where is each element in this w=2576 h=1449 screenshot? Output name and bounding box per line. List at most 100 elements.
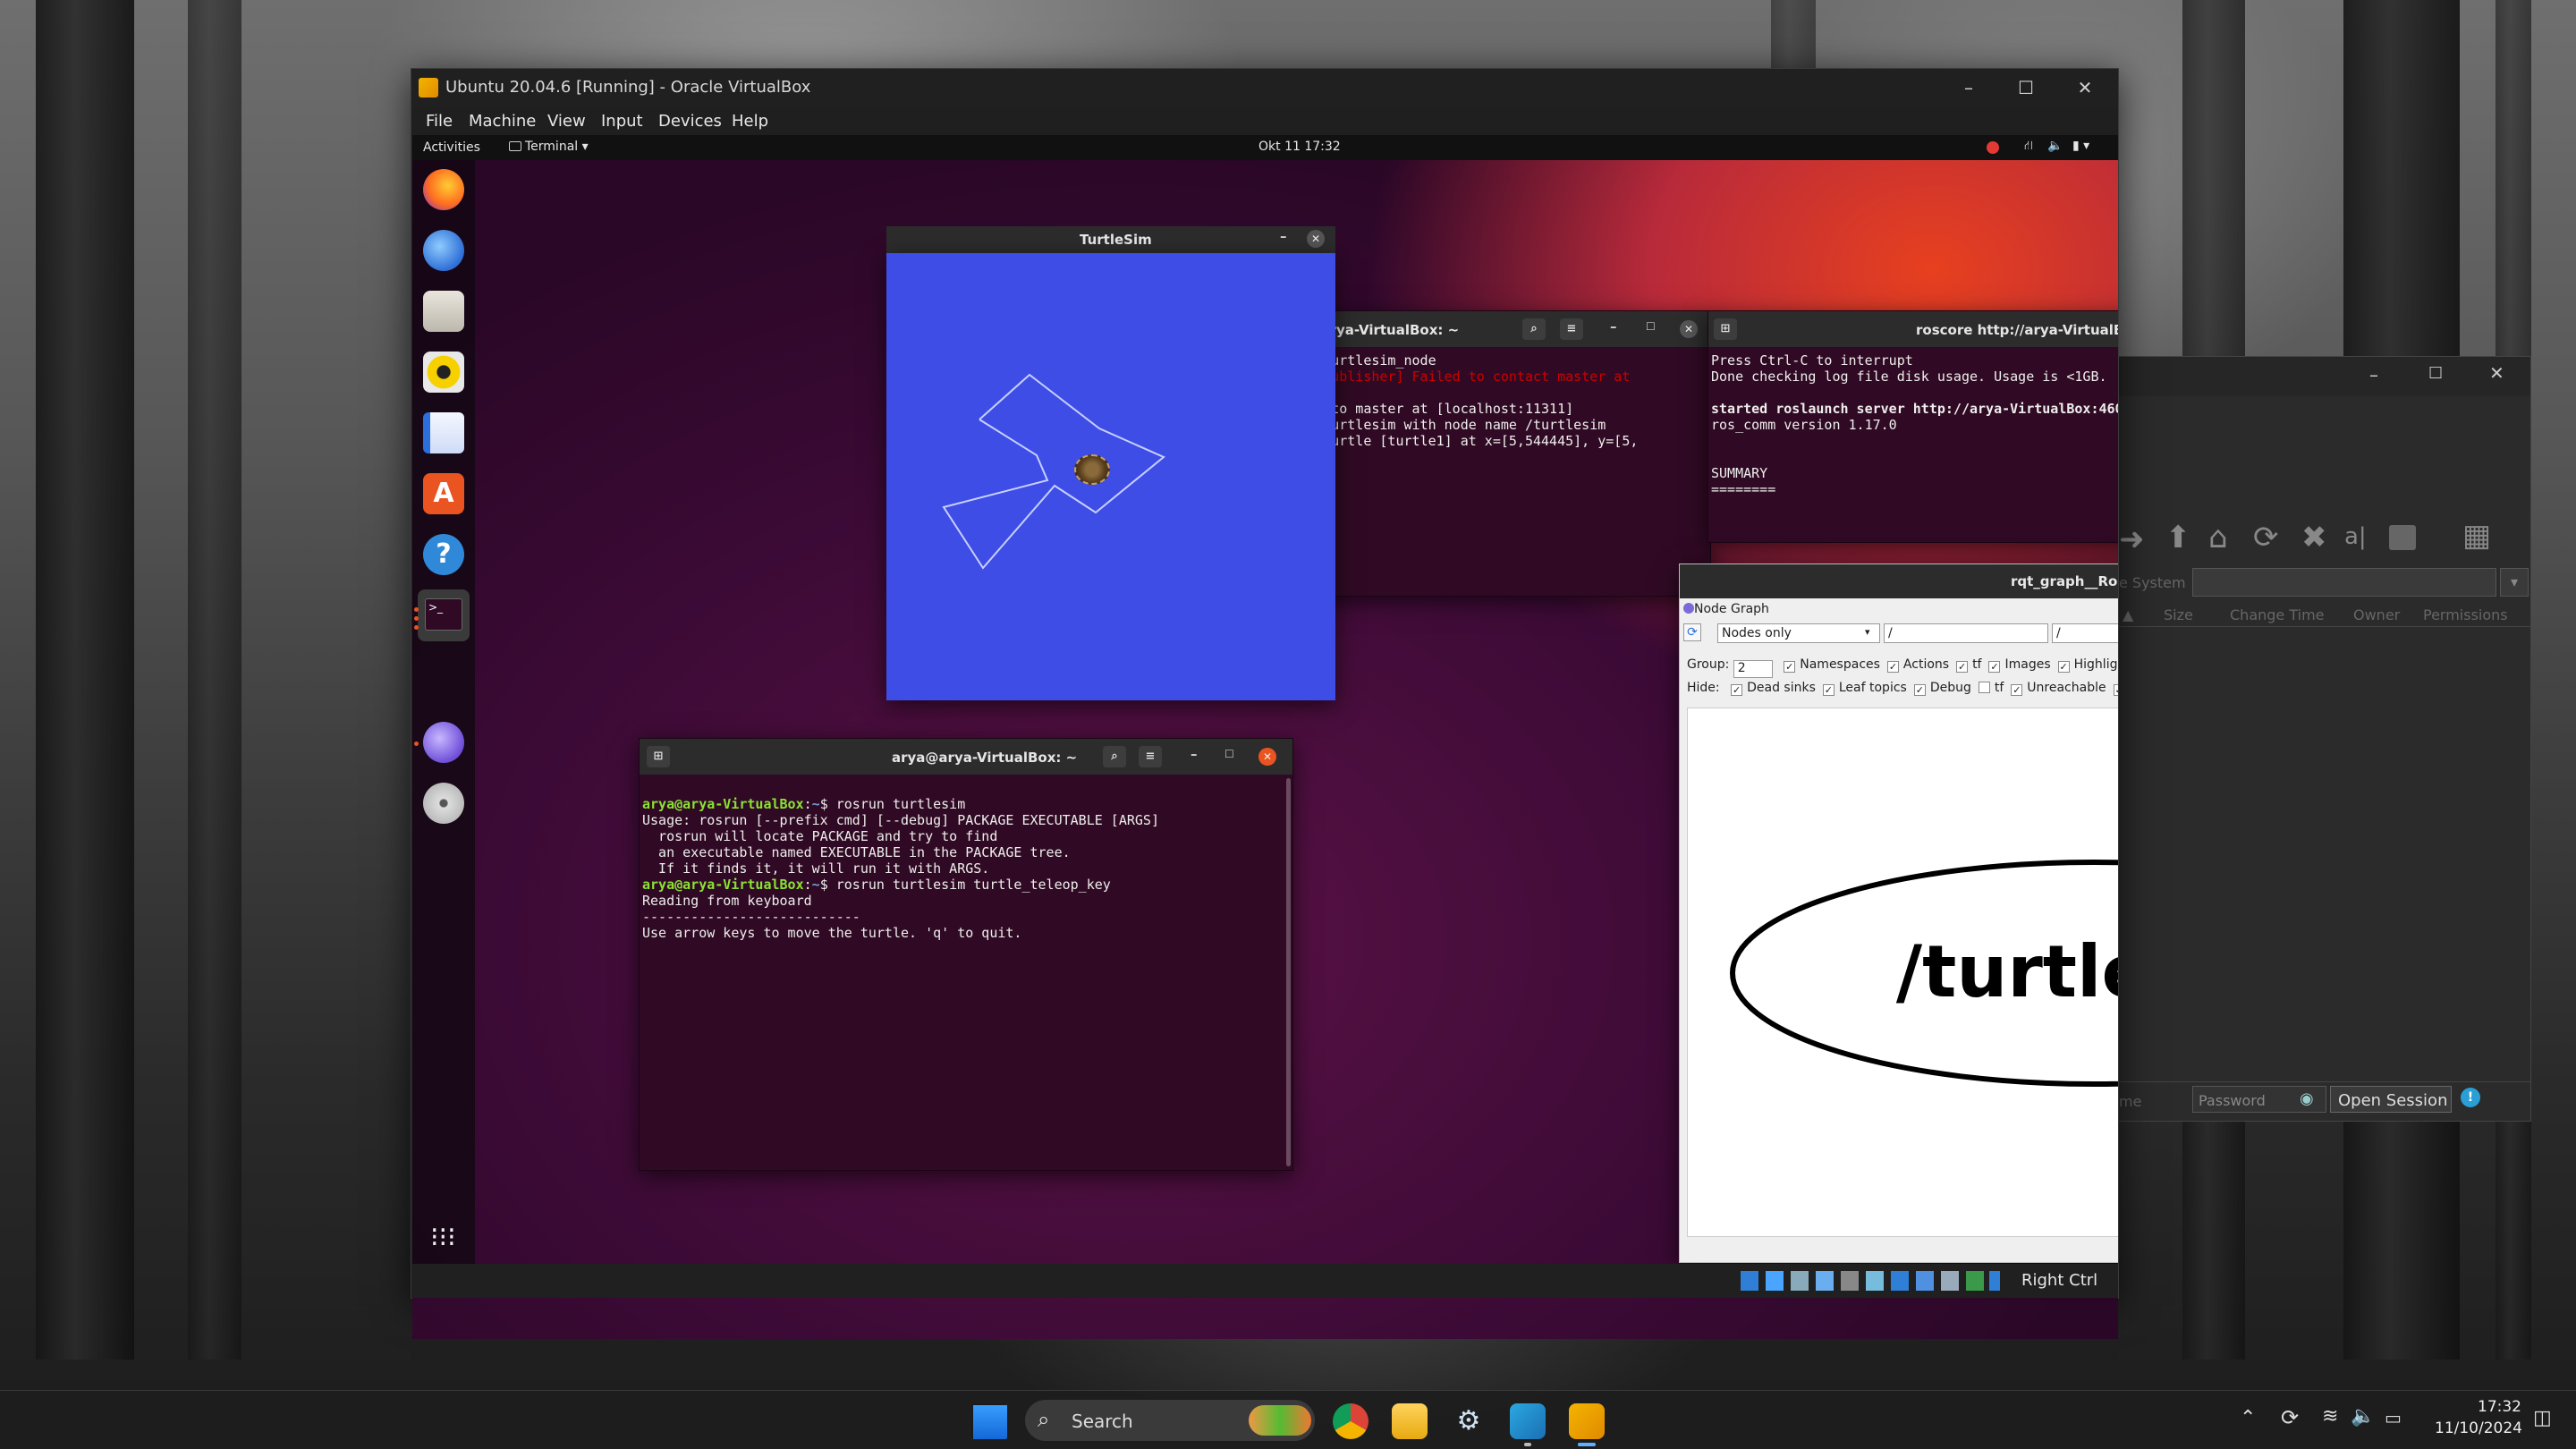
- file-explorer-icon[interactable]: [1392, 1403, 1428, 1439]
- maximize-icon[interactable]: ☐: [2428, 364, 2443, 383]
- dark-dropdown[interactable]: ▾: [2500, 568, 2529, 597]
- thunderbird-icon[interactable]: [423, 230, 464, 271]
- menu-input[interactable]: Input: [601, 112, 643, 131]
- col-change-time[interactable]: Change Time: [2230, 606, 2325, 623]
- checkbox[interactable]: ✓: [1886, 661, 1899, 673]
- hamburger-menu-icon[interactable]: ≡: [1139, 746, 1162, 767]
- checkbox[interactable]: ✓: [1913, 684, 1926, 696]
- checkbox[interactable]: ✓: [2011, 684, 2023, 696]
- col-owner[interactable]: Owner: [2353, 606, 2400, 623]
- files-icon[interactable]: [423, 291, 464, 332]
- options-option-images[interactable]: ✓ Images: [1988, 657, 2051, 673]
- notification-icon[interactable]: ◫: [2533, 1407, 2552, 1429]
- terminal-roscore[interactable]: ⊞ roscore http://arya-VirtualBox:11311/ …: [1707, 310, 2118, 543]
- options-option-tf[interactable]: ✓ tf: [1956, 657, 1981, 673]
- options-option-highlight[interactable]: ✓Highlight: [2057, 657, 2118, 673]
- close-icon[interactable]: ✕: [2489, 362, 2504, 384]
- terminal-header[interactable]: ⊞ roscore http://arya-VirtualBox:11311/ …: [1708, 311, 2118, 347]
- minimize-icon[interactable]: –: [1280, 228, 1287, 244]
- minimize-button[interactable]: –: [1937, 69, 2000, 106]
- topic-filter-input[interactable]: /: [2052, 623, 2118, 643]
- hamburger-menu-icon[interactable]: ≡: [1560, 318, 1583, 340]
- search-icon[interactable]: ⌕: [1522, 318, 1546, 340]
- col-size[interactable]: Size: [2164, 606, 2193, 623]
- maximize-button[interactable]: ☐: [1995, 69, 2057, 106]
- options-option-namespaces[interactable]: ✓ Namespaces: [1784, 657, 1880, 673]
- terminal-turtlesim-node[interactable]: arya@arya-VirtualBox: ~ ⌕ ≡ – ☐ ✕ lesim …: [1271, 310, 1711, 597]
- menu-devices[interactable]: Devices: [658, 112, 722, 131]
- maximize-icon[interactable]: ☐: [1646, 320, 1656, 333]
- dvd-icon[interactable]: [423, 783, 464, 824]
- vscode-icon[interactable]: [1510, 1403, 1546, 1439]
- chrome-icon[interactable]: [1333, 1403, 1368, 1439]
- hide-option-params[interactable]: ✓Params: [2113, 681, 2118, 696]
- rename-icon[interactable]: a|: [2344, 523, 2367, 550]
- menu-view[interactable]: View: [547, 112, 586, 131]
- hide-option-tf[interactable]: tf: [1978, 681, 2004, 695]
- battery-icon[interactable]: ▭: [2385, 1407, 2402, 1428]
- graph-canvas[interactable]: /turtlesim: [1687, 708, 2118, 1237]
- status-icons[interactable]: [1741, 1271, 2000, 1291]
- firefox-icon[interactable]: [423, 169, 464, 210]
- close-icon[interactable]: ✕: [1307, 230, 1325, 248]
- taskbar-time[interactable]: 17:32: [2478, 1398, 2521, 1416]
- open-session-button[interactable]: Open Session: [2330, 1086, 2452, 1113]
- col-permissions[interactable]: Permissions: [2423, 606, 2508, 623]
- options-option-actions[interactable]: ✓ Actions: [1886, 657, 1949, 673]
- show-apps-icon[interactable]: ⁝⁝⁝: [430, 1224, 459, 1253]
- terminal-dock-icon[interactable]: >_: [418, 589, 470, 641]
- forward-icon[interactable]: ➜: [2119, 521, 2145, 557]
- checkbox[interactable]: ✓: [1956, 661, 1969, 673]
- search-box[interactable]: ⌕ Search: [1025, 1400, 1315, 1441]
- hide-option-debug[interactable]: ✓ Debug: [1913, 681, 1971, 696]
- terminal-output[interactable]: arya@arya-VirtualBox:~$ rosrun turtlesim…: [640, 775, 1292, 1170]
- dark-path-input[interactable]: [2192, 568, 2496, 597]
- rqt-titlebar[interactable]: rqt_graph__RosGraph - rqt – ☐ ✕: [1680, 564, 2118, 598]
- checkbox[interactable]: ✓: [1822, 684, 1835, 696]
- namespace-filter-input[interactable]: /: [1884, 623, 2048, 643]
- checkbox[interactable]: ✓: [2113, 684, 2118, 696]
- menu-help[interactable]: Help: [732, 112, 768, 131]
- speaker-icon[interactable]: 🔈: [2351, 1405, 2375, 1428]
- terminal-header[interactable]: ⊞ arya@arya-VirtualBox: ~ ⌕ ≡ – ☐ ✕: [640, 739, 1292, 775]
- delete-icon[interactable]: ✖: [2301, 520, 2327, 555]
- group-spinbox[interactable]: 2: [1733, 660, 1773, 678]
- close-icon[interactable]: ✕: [1680, 320, 1698, 338]
- hide-option-unreachable[interactable]: ✓ Unreachable: [2011, 681, 2106, 696]
- turtlesim-titlebar[interactable]: TurtleSim – ✕: [886, 226, 1335, 253]
- minimize-icon[interactable]: –: [2369, 364, 2378, 386]
- chevron-up-icon[interactable]: ⌃: [2240, 1407, 2256, 1429]
- new-tab-icon[interactable]: ⊞: [647, 746, 670, 767]
- info-icon[interactable]: !: [2461, 1088, 2480, 1107]
- search-icon[interactable]: ⌕: [1103, 746, 1126, 767]
- checkbox[interactable]: ✓: [2057, 661, 2070, 673]
- mode-select[interactable]: Nodes only ▾: [1717, 623, 1880, 643]
- close-icon[interactable]: ✕: [1258, 748, 1276, 766]
- steam-icon[interactable]: ⚙: [1451, 1403, 1487, 1439]
- sync-icon[interactable]: ⟳: [2281, 1405, 2299, 1430]
- hide-option-leaf-topics[interactable]: ✓ Leaf topics: [1822, 681, 1907, 696]
- checkbox[interactable]: ✓: [1784, 661, 1796, 673]
- network-icon[interactable]: ⛙: [2024, 139, 2033, 155]
- grid-icon[interactable]: ▦: [2462, 518, 2491, 554]
- wifi-icon[interactable]: ≋: [2322, 1405, 2338, 1428]
- terminal-teleop[interactable]: ⊞ arya@arya-VirtualBox: ~ ⌕ ≡ – ☐ ✕ arya…: [639, 738, 1293, 1171]
- scrollbar[interactable]: [1286, 778, 1291, 1166]
- virtualbox-taskbar-icon[interactable]: [1569, 1403, 1605, 1439]
- refresh-button[interactable]: ⟳: [1683, 623, 1701, 641]
- app-menu-terminal[interactable]: Terminal ▾: [509, 140, 589, 154]
- show-password-icon[interactable]: ◉: [2300, 1089, 2314, 1108]
- software-icon[interactable]: A: [423, 473, 464, 514]
- terminal-output[interactable]: Press Ctrl-C to interrupt Done checking l…: [1708, 347, 2118, 542]
- help-icon[interactable]: ?: [423, 534, 464, 575]
- volume-icon[interactable]: 🔈: [2047, 139, 2063, 153]
- up-icon[interactable]: ⬆: [2165, 520, 2191, 555]
- battery-icon[interactable]: ▮ ▾: [2072, 139, 2089, 153]
- new-tab-icon[interactable]: ⊞: [1714, 318, 1737, 340]
- writer-icon[interactable]: [423, 412, 464, 453]
- minimize-icon[interactable]: –: [1191, 746, 1198, 762]
- home-icon[interactable]: ⌂: [2208, 520, 2228, 555]
- menu-machine[interactable]: Machine: [469, 112, 536, 131]
- rhythmbox-icon[interactable]: [423, 352, 464, 393]
- rqt-icon[interactable]: [423, 722, 464, 763]
